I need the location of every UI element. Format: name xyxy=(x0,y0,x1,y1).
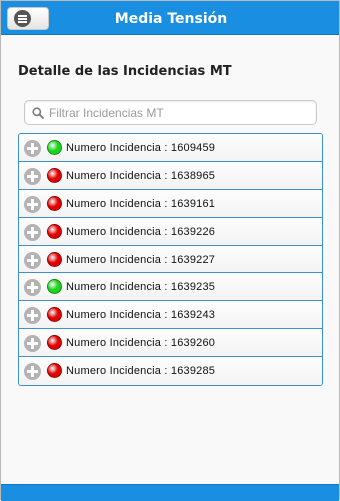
incident-row[interactable]: Numero Incidencia : 1638965 xyxy=(19,161,322,190)
expand-plus-icon[interactable] xyxy=(24,140,41,157)
status-dot-icon xyxy=(47,279,62,295)
status-dot-icon xyxy=(47,251,62,267)
expand-plus-icon[interactable] xyxy=(24,251,41,269)
incident-row[interactable]: Numero Incidencia : 1639235 xyxy=(19,273,322,302)
status-dot-icon xyxy=(47,307,62,323)
header-title: Media Tensión xyxy=(114,11,228,27)
expand-plus-icon[interactable] xyxy=(24,167,41,185)
incident-row[interactable]: Numero Incidencia : 1609459 xyxy=(19,134,322,162)
expand-plus-icon[interactable] xyxy=(24,223,41,241)
status-dot-icon xyxy=(47,195,62,211)
expand-plus-icon[interactable] xyxy=(24,195,41,213)
status-dot-icon xyxy=(47,167,62,183)
expand-plus-icon[interactable] xyxy=(24,335,41,353)
header-bar: Media Tensión xyxy=(1,1,339,35)
expand-plus-icon[interactable] xyxy=(24,307,41,325)
incident-label: Numero Incidencia : 1639260 xyxy=(66,337,216,350)
search-icon xyxy=(32,107,44,119)
incident-row[interactable]: Numero Incidencia : 1639285 xyxy=(19,357,322,385)
incident-label: Numero Incidencia : 1639226 xyxy=(66,225,216,238)
footer-bar xyxy=(1,484,339,501)
status-dot-icon xyxy=(47,140,62,155)
incident-row[interactable]: Numero Incidencia : 1639227 xyxy=(19,245,322,274)
incident-row[interactable]: Numero Incidencia : 1639226 xyxy=(19,217,322,246)
incident-row[interactable]: Numero Incidencia : 1639243 xyxy=(19,301,322,330)
incident-row[interactable]: Numero Incidencia : 1639161 xyxy=(19,189,322,218)
status-dot-icon xyxy=(47,335,62,351)
incident-label: Numero Incidencia : 1639161 xyxy=(66,197,216,210)
page-title: Detalle de las Incidencias MT xyxy=(18,64,232,79)
search-box[interactable] xyxy=(24,100,317,125)
incident-label: Numero Incidencia : 1639227 xyxy=(66,253,216,266)
status-dot-icon xyxy=(47,363,62,379)
menu-icon xyxy=(14,10,31,27)
incident-label: Numero Incidencia : 1609459 xyxy=(66,142,216,154)
incident-label: Numero Incidencia : 1638965 xyxy=(66,169,216,182)
expand-plus-icon[interactable] xyxy=(24,363,41,381)
search-input[interactable] xyxy=(47,103,316,122)
incident-label: Numero Incidencia : 1639285 xyxy=(66,365,216,378)
expand-plus-icon[interactable] xyxy=(24,279,41,297)
incident-list: Numero Incidencia : 1609459 Numero Incide… xyxy=(18,133,323,386)
incident-row[interactable]: Numero Incidencia : 1639260 xyxy=(19,329,322,358)
status-dot-icon xyxy=(47,223,62,239)
incident-label: Numero Incidencia : 1639235 xyxy=(66,281,216,294)
incident-label: Numero Incidencia : 1639243 xyxy=(66,309,216,322)
menu-button[interactable] xyxy=(7,7,49,30)
